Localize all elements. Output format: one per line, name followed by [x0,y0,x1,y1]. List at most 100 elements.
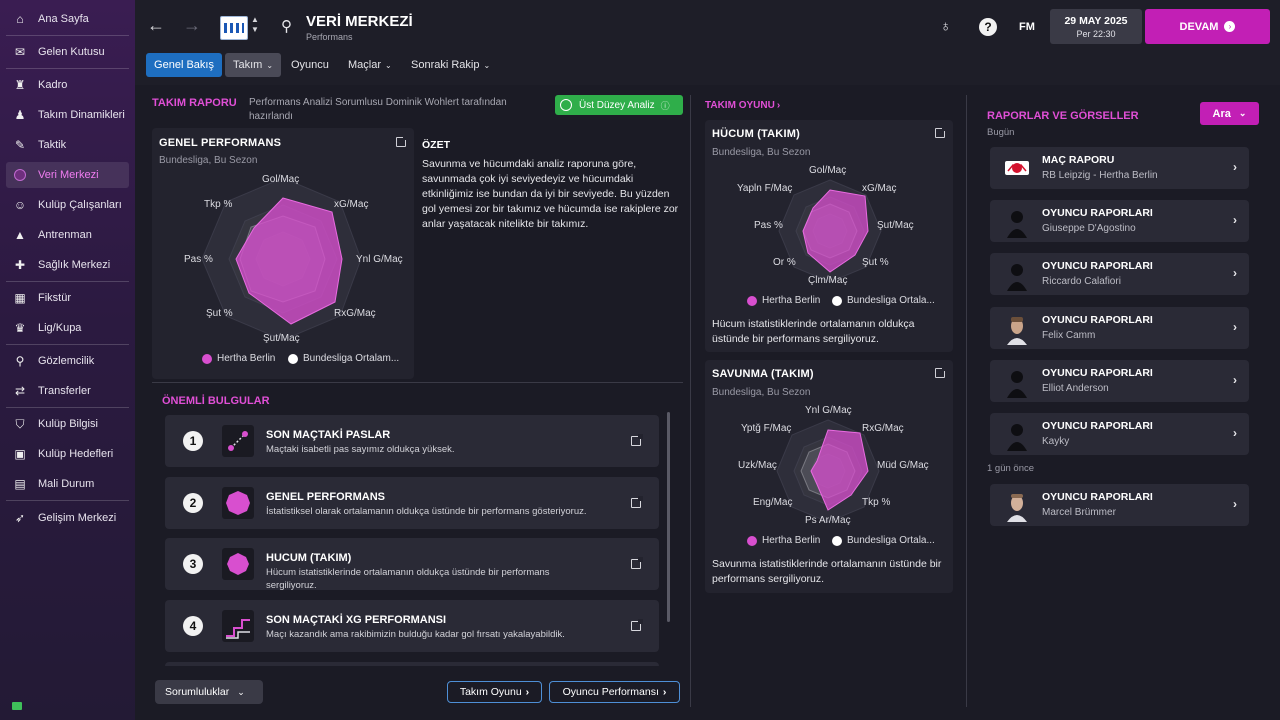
inbox-icon: ✉ [14,45,26,59]
radar-axis-label: Pas % [184,254,213,265]
sidebar-item-scouting[interactable]: ⚲ Gözlemcilik [6,348,129,374]
date-box[interactable]: 29 MAY 2025 Per 22:30 [1050,9,1142,44]
sidebar-item-transfers[interactable]: ⇄ Transferler [6,378,129,404]
report-subtitle: Giuseppe D'Agostino [1042,223,1136,234]
chevron-right-icon: › [662,686,667,698]
findings-scrollbar[interactable] [667,412,670,622]
report-subtitle: Kayky [1042,436,1070,447]
continue-button[interactable]: DEVAM › [1145,9,1270,44]
chevron-right-icon: › [1233,497,1237,511]
radar-axis-label: xG/Maç [862,183,897,194]
player-silhouette-icon [1004,421,1030,451]
expand-icon[interactable] [631,619,643,631]
finding-card[interactable]: 4 SON MAÇTAKİ XG PERFORMANSI Maçı kazand… [165,600,659,652]
expand-icon[interactable] [631,496,643,508]
page-title: VERİ MERKEZİ [306,13,413,30]
summary-text: Savunma ve hücumdaki analiz raporuna gör… [422,158,679,230]
club-crest-icon[interactable] [220,16,248,40]
sidebar-item-dynamics[interactable]: ♟ Takım Dinamikleri [6,102,129,128]
scouting-icon: ⚲ [15,354,25,368]
radar-axis-label: xG/Maç [334,199,369,210]
forward-arrow-icon[interactable]: → [183,15,201,36]
legend-average: Bundesliga Ortalam... [288,353,399,364]
sidebar-divider [6,344,129,345]
fm-menu-button[interactable]: FM [1019,21,1035,33]
legend-dot [832,295,842,306]
radar-axis-label: Ynl G/Maç [805,405,852,416]
player-silhouette-icon [1004,208,1030,238]
tab-overview[interactable]: Genel Bakış [146,53,222,77]
chevron-right-icon: › [1233,426,1237,440]
back-arrow-icon[interactable]: ← [147,15,165,36]
chevron-down-icon: ⌄ [385,60,392,70]
status-icon [12,702,22,710]
club-switch-chevrons-icon[interactable]: ▲ ▼ [251,15,259,35]
sidebar-item-development[interactable]: ➶ Gelişim Merkezi [6,505,129,531]
team-play-heading[interactable]: TAKIM OYUNU › [705,100,780,111]
finding-title: HUCUM (TAKIM) [266,552,352,564]
team-report-heading: TAKIM RAPORU [152,97,237,109]
report-item[interactable]: MAÇ RAPORU RB Leipzig - Hertha Berlin › [990,147,1249,189]
help-icon[interactable]: ? [979,18,997,36]
club-logo-icon [1004,155,1030,181]
sidebar-item-medical[interactable]: ✚ Sağlık Merkezi [6,252,129,278]
sidebar-item-club-info[interactable]: ⛉ Kulüp Bilgisi [6,411,129,437]
sidebar-item-competitions[interactable]: ♛ Lig/Kupa [6,315,129,341]
report-item[interactable]: OYUNCU RAPORLARI Marcel Brümmer › [990,484,1249,526]
team-report-byline: Performans Analizi Sorumlusu Dominik Woh… [249,97,507,122]
sidebar-item-staff[interactable]: ☺ Kulüp Çalışanları [6,192,129,218]
expand-icon[interactable] [631,434,643,446]
radar-axis-label: Tkp % [204,199,233,210]
legend-dot [202,353,212,364]
responsibilities-dropdown[interactable]: Sorumluluklar ⌄ [155,680,263,704]
finding-description: İstatistiksel olarak ortalamanın oldukça… [266,506,587,517]
sidebar-item-inbox[interactable]: ✉ Gelen Kutusu [6,39,129,65]
report-title: MAÇ RAPORU [1042,154,1115,166]
chevron-right-icon: › [1233,266,1237,280]
finding-description: Maçı kazandık ama rakibimizin bulduğu ka… [266,629,565,640]
current-time: Per 22:30 [1076,29,1116,39]
current-date: 29 MAY 2025 [1064,15,1128,27]
radar-axis-label: Gol/Maç [262,174,300,185]
world-icon[interactable]: ♁ [940,18,951,35]
sidebar-item-tactics[interactable]: ✎ Taktik [6,132,129,158]
expand-icon[interactable] [631,557,643,569]
tab-player[interactable]: Oyuncu [283,53,337,77]
sidebar-item-finances[interactable]: ▤ Mali Durum [6,471,129,497]
tab-team[interactable]: Takım ⌄ [225,53,282,77]
radar-axis-label: RxG/Maç [862,423,904,434]
tab-matches[interactable]: Maçlar ⌄ [340,53,400,77]
finding-card[interactable]: 2 GENEL PERFORMANS İstatistiksel olarak … [165,477,659,529]
findings-heading: ÖNEMLİ BULGULAR [162,395,270,407]
finding-card[interactable]: 3 HUCUM (TAKIM) Hücum istatistiklerinde … [165,538,659,591]
sidebar-item-training[interactable]: ▲ Antrenman [6,222,129,248]
report-subtitle: Felix Camm [1042,330,1096,341]
analysis-level-badge[interactable]: Üst Düzey Analiz ⓘ [555,95,683,115]
chevron-right-icon: › [525,686,530,698]
report-item[interactable]: OYUNCU RAPORLARI Giuseppe D'Agostino › [990,200,1249,242]
search-dropdown[interactable]: Ara ⌄ [1200,102,1259,125]
report-item[interactable]: OYUNCU RAPORLARI Elliot Anderson › [990,360,1249,402]
radar-axis-label: Gol/Maç [809,165,847,176]
report-title: OYUNCU RAPORLARI [1042,260,1153,272]
sidebar-item-data-hub[interactable]: Veri Merkezi [6,162,129,188]
search-icon[interactable]: ⚲ [281,17,292,35]
team-play-button[interactable]: Takım Oyunu › [447,681,542,703]
finding-card-partial [165,662,659,666]
chevron-right-icon: › [776,100,781,111]
report-item[interactable]: OYUNCU RAPORLARI Kayky › [990,413,1249,455]
chevron-right-icon: › [1233,373,1237,387]
report-item[interactable]: OYUNCU RAPORLARI Felix Camm › [990,307,1249,349]
report-item[interactable]: OYUNCU RAPORLARI Riccardo Calafiori › [990,253,1249,295]
sidebar-item-club-vision[interactable]: ▣ Kulüp Hedefleri [6,441,129,467]
radar-axis-label: Şut/Maç [263,333,300,344]
player-performance-button[interactable]: Oyuncu Performansı › [549,681,680,703]
sidebar-item-fixtures[interactable]: ▦ Fikstür [6,285,129,311]
report-title: OYUNCU RAPORLARI [1042,491,1153,503]
radar-axis-label: Şut % [862,257,889,268]
sidebar-item-squad[interactable]: ♜ Kadro [6,72,129,98]
tab-next-opponent[interactable]: Sonraki Rakip ⌄ [403,53,498,77]
finding-card[interactable]: 1 SON MAÇTAKİ PASLAR Maçtaki isabetli pa… [165,415,659,467]
sidebar-item-home[interactable]: ⌂ Ana Sayfa [6,6,129,32]
chevron-down-icon: ⌄ [1238,108,1247,118]
